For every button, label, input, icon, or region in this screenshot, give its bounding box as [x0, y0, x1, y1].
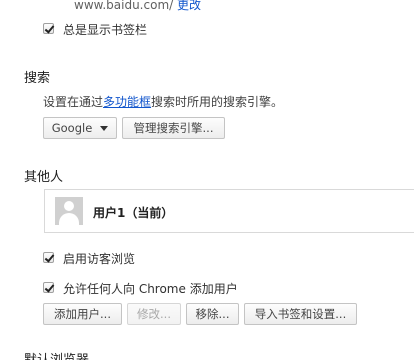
edit-user-button[interactable]: 修改... [127, 303, 181, 325]
people-section-title: 其他人 [24, 170, 64, 185]
anyone-add-user-checkbox[interactable] [43, 282, 54, 293]
import-bookmarks-button[interactable]: 导入书签和设置... [244, 303, 357, 325]
chevron-down-icon [100, 125, 109, 131]
search-engine-select[interactable]: Google [43, 117, 117, 139]
homepage-url-line: www.baidu.com/ 更改 [74, 0, 201, 13]
homepage-change-link[interactable]: 更改 [177, 0, 201, 12]
anyone-add-user-label: 允许任何人向 Chrome 添加用户 [63, 282, 238, 296]
add-user-button[interactable]: 添加用户... [43, 303, 122, 325]
search-description-suffix: 搜索时所用的搜索引擎。 [151, 95, 284, 109]
homepage-url: www.baidu.com/ [74, 0, 174, 12]
search-engine-value: Google [51, 121, 93, 135]
guest-browsing-label: 启用访客浏览 [63, 252, 136, 266]
user-list-item[interactable]: 用户1（当前） [93, 204, 173, 221]
search-section-title: 搜索 [24, 71, 51, 86]
manage-search-engines-button[interactable]: 管理搜索引擎... [122, 117, 225, 139]
search-description-prefix: 设置在通过 [43, 95, 104, 109]
bookmarks-bar-label: 总是显示书签栏 [63, 23, 148, 37]
search-description: 设置在通过多功能框搜索时所用的搜索引擎。 [43, 93, 283, 110]
avatar-icon [55, 197, 83, 225]
guest-browsing-checkbox[interactable] [43, 252, 54, 263]
user-list: 用户1（当前） [44, 189, 414, 233]
bookmarks-bar-checkbox[interactable] [43, 23, 54, 34]
remove-user-button[interactable]: 移除... [186, 303, 239, 325]
omnibox-link[interactable]: 多功能框 [103, 95, 151, 109]
default-browser-section-title: 默认浏览器 [24, 349, 89, 360]
